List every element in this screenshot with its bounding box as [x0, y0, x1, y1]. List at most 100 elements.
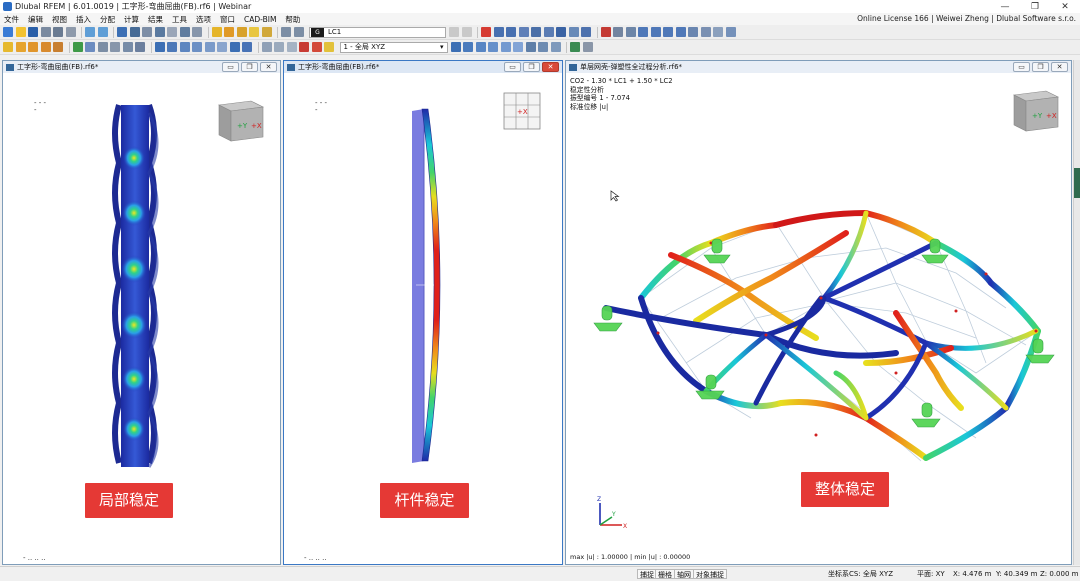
- divide-icon[interactable]: [217, 42, 227, 52]
- result-display-icon[interactable]: [481, 27, 491, 37]
- menu-insert[interactable]: 插入: [76, 14, 91, 25]
- solid-render-icon[interactable]: [538, 42, 548, 52]
- view-front-icon[interactable]: [475, 42, 486, 52]
- move-icon[interactable]: [167, 42, 177, 52]
- surface-icon[interactable]: [40, 42, 51, 52]
- axis-grid-toggle[interactable]: 轴网: [674, 569, 694, 579]
- section-icon[interactable]: [600, 27, 611, 37]
- snap-icon[interactable]: [261, 42, 272, 52]
- scale-icon[interactable]: [543, 27, 554, 37]
- material-icon[interactable]: [122, 42, 133, 52]
- navigator-icon[interactable]: [129, 27, 140, 37]
- results-icon[interactable]: [249, 27, 259, 37]
- more-tools-icon[interactable]: [582, 42, 593, 52]
- navigation-cube[interactable]: +Y +X: [1006, 85, 1066, 135]
- view-panel-global-stability[interactable]: 单层网壳-弹塑性全过程分析.rf6* ▭ ❐ ✕ CO2 - 1.30 * LC…: [565, 60, 1072, 565]
- opening-icon[interactable]: [97, 42, 108, 52]
- result-diagram-icon[interactable]: [324, 42, 334, 52]
- dock-tab[interactable]: [1074, 168, 1080, 198]
- connect-icon[interactable]: [229, 42, 240, 52]
- zoom-window-icon[interactable]: [700, 27, 711, 37]
- view-panel-member-stability[interactable]: 工字形-弯曲屈曲(FB).rf6* ▭ ❐ ✕ - - - - +X - .. …: [283, 60, 563, 565]
- result-filter-icon[interactable]: [568, 27, 579, 37]
- table-view-icon[interactable]: [570, 42, 580, 52]
- grid-view-icon[interactable]: [167, 27, 177, 37]
- clipping-plane-icon[interactable]: [613, 27, 623, 37]
- next-load-case-icon[interactable]: [461, 27, 472, 37]
- solid-icon[interactable]: [53, 42, 63, 52]
- iso-view-icon[interactable]: [675, 27, 686, 37]
- print-report-icon[interactable]: [65, 27, 76, 37]
- color-scale-icon[interactable]: [556, 27, 566, 37]
- new-file-icon[interactable]: [3, 27, 13, 37]
- save-icon[interactable]: [28, 27, 38, 37]
- print-icon[interactable]: [53, 27, 63, 37]
- display-options-icon[interactable]: [725, 27, 736, 37]
- grid-toggle[interactable]: 栅格: [655, 569, 675, 579]
- redo-icon[interactable]: [97, 27, 108, 37]
- view-z-icon[interactable]: [663, 27, 673, 37]
- table-icon[interactable]: [117, 27, 127, 37]
- design-icon[interactable]: [311, 42, 322, 52]
- coordinate-system-combo[interactable]: 1 - 全局 XYZ ▾: [339, 41, 448, 53]
- menu-results[interactable]: 结果: [148, 14, 163, 25]
- zoom-all-icon[interactable]: [688, 27, 698, 37]
- extrude-icon[interactable]: [242, 42, 252, 52]
- panel-close-button[interactable]: ✕: [542, 62, 559, 72]
- panel-close-button[interactable]: ✕: [260, 62, 277, 72]
- navigation-cube[interactable]: +Y +X: [211, 95, 271, 145]
- rotate-view-icon[interactable]: [713, 27, 723, 37]
- panel-restore-button[interactable]: ❐: [241, 62, 258, 72]
- annotation-icon[interactable]: [293, 27, 304, 37]
- result-values-icon[interactable]: [506, 27, 516, 37]
- panel-minimize-button[interactable]: ▭: [1013, 62, 1030, 72]
- layout-icon[interactable]: [154, 27, 165, 37]
- wireframe-icon[interactable]: [525, 42, 536, 52]
- hinge-icon[interactable]: [85, 42, 95, 52]
- undo-icon[interactable]: [85, 27, 95, 37]
- menu-help[interactable]: 帮助: [285, 14, 300, 25]
- view-panel-local-stability[interactable]: 工字形-弯曲屈曲(FB).rf6* ▭ ❐ ✕ - - - - +Y +X - …: [2, 60, 281, 565]
- transparent-render-icon[interactable]: [550, 42, 561, 52]
- scale-object-icon[interactable]: [204, 42, 215, 52]
- menu-cad-bim[interactable]: CAD-BIM: [244, 15, 276, 24]
- navigation-cube[interactable]: +X: [502, 91, 542, 131]
- menu-assign[interactable]: 分配: [100, 14, 115, 25]
- menu-view[interactable]: 视图: [52, 14, 67, 25]
- result-table-icon[interactable]: [581, 27, 591, 37]
- menu-calculate[interactable]: 计算: [124, 14, 139, 25]
- work-plane-icon[interactable]: [286, 42, 297, 52]
- view-top-icon[interactable]: [500, 42, 511, 52]
- delete-icon[interactable]: [299, 42, 309, 52]
- restore-window-button[interactable]: ❐: [1020, 0, 1050, 13]
- animation-icon[interactable]: [531, 27, 541, 37]
- view-bottom-icon[interactable]: [513, 42, 523, 52]
- previous-load-case-icon[interactable]: [449, 27, 459, 37]
- node-icon[interactable]: [3, 42, 13, 52]
- view-y-icon[interactable]: [650, 27, 661, 37]
- view-side-icon[interactable]: [488, 42, 498, 52]
- copy-icon[interactable]: [154, 42, 165, 52]
- local-axis-icon[interactable]: [463, 42, 473, 52]
- object-snap-toggle[interactable]: 对象捕捉: [693, 569, 727, 579]
- support-icon[interactable]: [72, 42, 83, 52]
- mirror-icon[interactable]: [192, 42, 202, 52]
- panel-minimize-button[interactable]: ▭: [504, 62, 521, 72]
- rotate-icon[interactable]: [179, 42, 190, 52]
- menu-window[interactable]: 窗口: [220, 14, 235, 25]
- view-x-icon[interactable]: [638, 27, 648, 37]
- visibility-icon[interactable]: [625, 27, 636, 37]
- list-icon[interactable]: [192, 27, 202, 37]
- close-window-button[interactable]: ✕: [1050, 0, 1080, 13]
- menu-edit[interactable]: 编辑: [28, 14, 43, 25]
- global-axis-icon[interactable]: [450, 42, 461, 52]
- load-case-selector[interactable]: G LC1: [309, 26, 446, 38]
- model-check-icon[interactable]: [211, 27, 222, 37]
- panel-restore-button[interactable]: ❐: [523, 62, 540, 72]
- thickness-icon[interactable]: [110, 42, 120, 52]
- guide-line-icon[interactable]: [274, 42, 284, 52]
- line-icon[interactable]: [15, 42, 26, 52]
- panel-icon[interactable]: [142, 27, 152, 37]
- minimize-window-button[interactable]: —: [990, 0, 1020, 13]
- menu-tools[interactable]: 工具: [172, 14, 187, 25]
